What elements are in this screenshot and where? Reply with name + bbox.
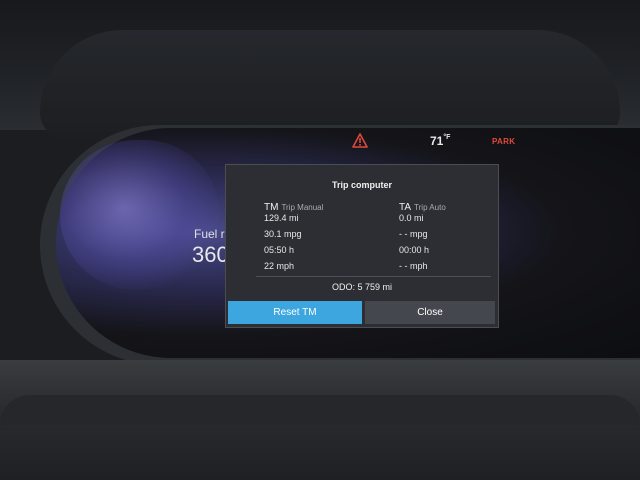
warning-triangle-icon [352,133,368,148]
instrument-hood [40,30,620,140]
dialog-title: Trip computer [331,180,392,190]
dashboard-lip [0,395,640,425]
trip-auto-code: TA [399,202,412,213]
odometer: ODO: 5 759 mi [331,282,393,292]
tm-distance: 129.4 mi [264,213,299,223]
trip-manual-name: Trip Manual [281,203,324,212]
outside-temperature: 71°F [430,134,450,148]
divider [256,276,491,277]
temperature-unit: °F [443,134,451,141]
ta-consumption: - - mpg [399,229,428,239]
trip-auto-name: Trip Auto [414,203,446,212]
gear-indicator: PARK [492,137,516,146]
trip-manual-code: TM [264,202,279,213]
ta-speed: - - mph [399,261,428,271]
temperature-value: 71 [430,134,444,148]
tm-time: 05:50 h [264,245,295,255]
reset-tm-button[interactable]: Reset TM [228,301,362,324]
tm-speed: 22 mph [264,261,295,271]
trip-computer-dialog: Trip computer TM Trip Manual TA Trip Auto … [225,164,499,328]
close-button[interactable]: Close [365,301,495,324]
fuel-range-value: 360 [192,242,229,267]
ta-time: 00:00 h [399,245,430,255]
tm-consumption: 30.1 mpg [264,229,302,239]
ta-distance: 0.0 mi [399,213,424,223]
